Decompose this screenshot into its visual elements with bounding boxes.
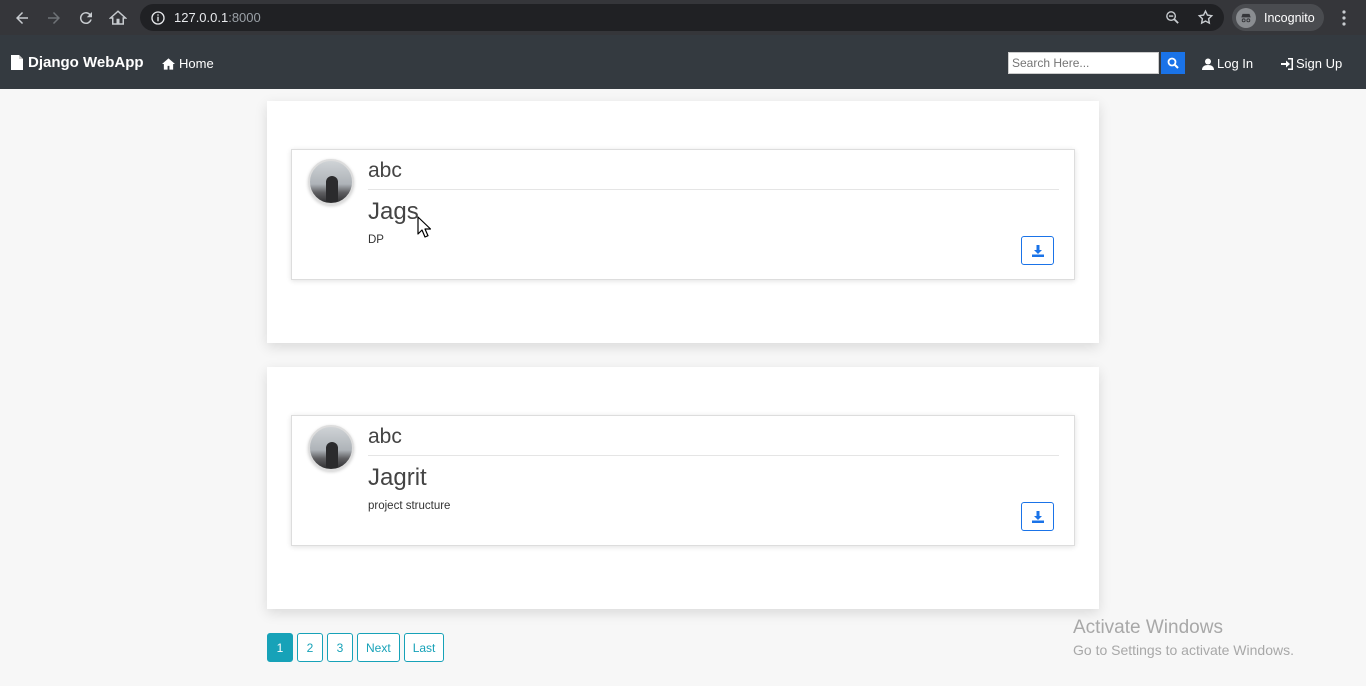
search-icon — [1167, 57, 1179, 69]
post-author-link[interactable]: abc — [368, 425, 402, 449]
browser-toolbar: 127.0.0.1:8000 Incognito — [0, 0, 1366, 35]
incognito-label: Incognito — [1264, 10, 1315, 25]
signup-label: Sign Up — [1296, 56, 1343, 71]
reload-button[interactable] — [70, 0, 102, 35]
post-author-link[interactable]: abc — [368, 159, 402, 183]
home-browser-button[interactable] — [102, 0, 134, 35]
forward-button[interactable] — [38, 0, 70, 35]
nav-home-label: Home — [179, 56, 214, 71]
address-bar[interactable]: 127.0.0.1:8000 — [140, 4, 1224, 31]
watermark-subtitle: Go to Settings to activate Windows. — [1073, 642, 1294, 658]
watermark-title: Activate Windows — [1073, 617, 1223, 638]
menu-kebab-icon[interactable] — [1336, 8, 1352, 28]
download-button[interactable] — [1021, 502, 1054, 531]
sign-in-icon — [1281, 57, 1293, 70]
brand-link[interactable]: Django WebApp — [11, 54, 144, 71]
page-button-1[interactable]: 1 — [267, 633, 293, 662]
user-icon — [1202, 58, 1214, 70]
next-page-button[interactable]: Next — [357, 633, 400, 662]
post-content: project structure — [368, 500, 451, 512]
activate-windows-watermark: Activate Windows Go to Settings to activ… — [1073, 617, 1294, 658]
arrow-right-icon — [48, 11, 60, 24]
site-navbar: Django WebApp Home Log In Sign Up — [0, 35, 1366, 89]
zoom-icon[interactable] — [1164, 9, 1181, 26]
pagination: 1 2 3 Next Last — [267, 633, 445, 662]
home-icon — [162, 57, 175, 70]
page-button-2[interactable]: 2 — [297, 633, 323, 662]
download-button[interactable] — [1021, 236, 1054, 265]
post-container: abc Jagrit project structure — [267, 367, 1099, 609]
nav-home-link[interactable]: Home — [162, 56, 214, 71]
reload-icon — [79, 11, 92, 24]
avatar — [308, 159, 354, 205]
info-icon[interactable] — [150, 10, 166, 26]
mouse-cursor-icon — [417, 216, 431, 238]
signup-link[interactable]: Sign Up — [1281, 56, 1342, 71]
post-card: abc Jags DP — [291, 149, 1075, 280]
post-title-link[interactable]: Jags — [368, 198, 419, 226]
url-text: 127.0.0.1:8000 — [174, 10, 261, 25]
post-content: DP — [368, 234, 384, 246]
download-icon — [1031, 510, 1044, 523]
search-button[interactable] — [1161, 52, 1185, 74]
arrow-left-icon — [16, 11, 28, 24]
divider — [368, 189, 1059, 190]
avatar — [308, 425, 354, 471]
home-outline-icon — [109, 9, 127, 25]
login-label: Log In — [1217, 56, 1254, 71]
back-button[interactable] — [6, 0, 38, 35]
brand-text: Django WebApp — [28, 54, 144, 71]
star-icon[interactable] — [1197, 9, 1214, 26]
post-container: abc Jags DP — [267, 101, 1099, 343]
incognito-icon — [1236, 7, 1256, 28]
download-icon — [1031, 244, 1044, 257]
post-title-link[interactable]: Jagrit — [368, 464, 427, 492]
file-icon — [11, 55, 23, 70]
search-input[interactable] — [1008, 52, 1159, 74]
login-link[interactable]: Log In — [1202, 56, 1253, 71]
post-card: abc Jagrit project structure — [291, 415, 1075, 546]
divider — [368, 455, 1059, 456]
last-page-button[interactable]: Last — [403, 633, 445, 662]
page-button-3[interactable]: 3 — [327, 633, 353, 662]
incognito-badge[interactable]: Incognito — [1232, 4, 1324, 31]
